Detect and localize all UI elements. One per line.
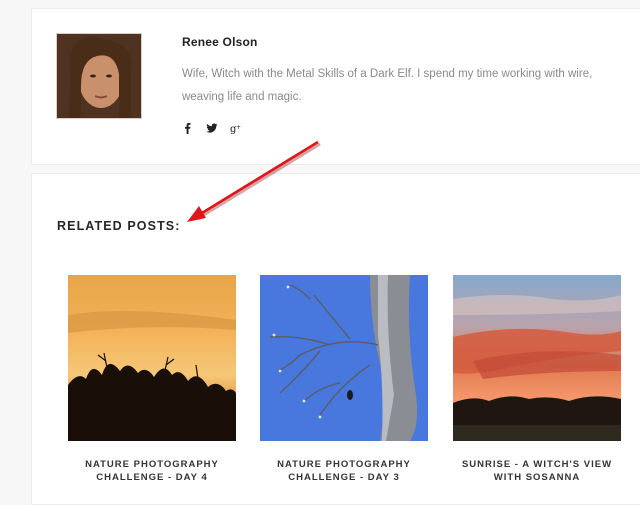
author-avatar[interactable] [56, 33, 142, 119]
post-title[interactable]: NATURE PHOTOGRAPHY CHALLENGE - DAY 3 [260, 458, 428, 484]
post-thumbnail[interactable] [453, 275, 621, 441]
author-bio: Wife, Witch with the Metal Skills of a D… [182, 68, 593, 103]
post-title[interactable]: SUNRISE - A WITCH'S VIEW WITH SOSANNA [453, 458, 621, 484]
related-post[interactable]: SUNRISE - A WITCH'S VIEW WITH SOSANNA [453, 275, 621, 484]
post-title[interactable]: NATURE PHOTOGRAPHY CHALLENGE - DAY 4 [68, 458, 236, 484]
related-post[interactable]: NATURE PHOTOGRAPHY CHALLENGE - DAY 4 [68, 275, 236, 484]
post-thumbnail[interactable] [68, 275, 236, 441]
svg-text:+: + [236, 124, 241, 131]
related-posts-heading: RELATED POSTS: [57, 219, 181, 233]
twitter-icon[interactable] [206, 121, 218, 133]
facebook-icon[interactable] [182, 121, 194, 134]
author-name[interactable]: Renee Olson [182, 35, 258, 49]
author-social-links: g + [182, 121, 242, 135]
related-post[interactable]: NATURE PHOTOGRAPHY CHALLENGE - DAY 3 [260, 275, 428, 484]
post-thumbnail[interactable] [260, 275, 428, 441]
google-plus-icon[interactable]: g + [230, 121, 242, 135]
